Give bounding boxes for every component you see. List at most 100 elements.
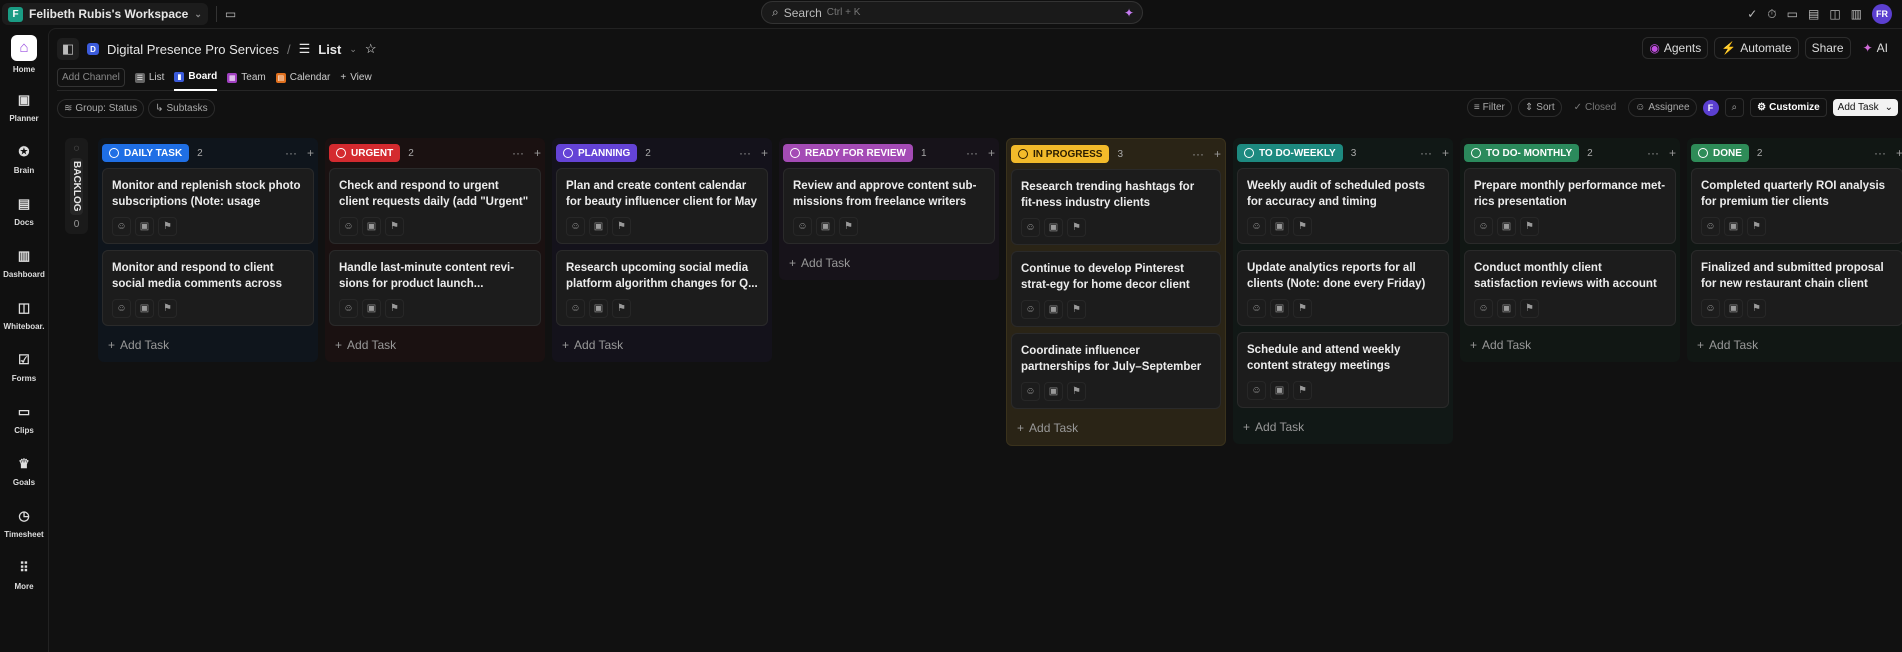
flag-icon[interactable]: ⚑ [839, 217, 858, 236]
calendar-icon[interactable]: ▣ [1270, 299, 1289, 318]
plus-icon[interactable]: + [307, 146, 314, 160]
task-title[interactable]: Schedule and attend weekly content strat… [1247, 342, 1439, 374]
status-badge[interactable]: READY FOR REVIEW [783, 144, 913, 162]
calendar-icon[interactable]: ▣ [816, 217, 835, 236]
sidebar-item-goals[interactable]: ♛ Goals [0, 444, 48, 496]
flag-icon[interactable]: ⚑ [1747, 299, 1766, 318]
task-card[interactable]: Research trending hashtags for fit-ness … [1011, 169, 1221, 245]
task-card[interactable]: Conduct monthly client satisfaction revi… [1464, 250, 1676, 326]
add-view-button[interactable]: + View [340, 65, 371, 91]
agents-button[interactable]: ◉ Agents [1642, 37, 1709, 59]
sidebar-item-clips[interactable]: ▭ Clips [0, 392, 48, 444]
add-task-button[interactable]: + Add Task [1691, 332, 1902, 354]
flag-icon[interactable]: ⚑ [1067, 382, 1086, 401]
plus-icon[interactable]: + [988, 146, 995, 160]
calendar-icon[interactable]: ▣ [589, 217, 608, 236]
task-title[interactable]: Coordinate influencer partnerships for J… [1021, 343, 1211, 375]
plus-icon[interactable]: + [761, 146, 768, 160]
star-icon[interactable]: ☆ [365, 41, 377, 57]
chevron-down-icon[interactable]: ⌄ [349, 44, 357, 55]
task-title[interactable]: Completed quarterly ROI analysis for pre… [1701, 178, 1893, 210]
sidebar-item-docs[interactable]: ▤ Docs [0, 184, 48, 236]
automate-button[interactable]: ⚡ Automate [1714, 37, 1799, 59]
calendar-icon[interactable]: ▣ [1724, 299, 1743, 318]
task-title[interactable]: Check and respond to urgent client reque… [339, 178, 531, 210]
sidebar-item-dashboard[interactable]: ▥ Dashboard [0, 236, 48, 288]
task-card[interactable]: Finalized and submitted proposal for new… [1691, 250, 1902, 326]
sidebar-toggle-icon[interactable]: ◧ [57, 38, 79, 60]
calendar-icon[interactable]: ▣ [1724, 217, 1743, 236]
assignee-icon[interactable]: ☺ [1701, 299, 1720, 318]
assignee-icon[interactable]: ☺ [1247, 381, 1266, 400]
task-title[interactable]: Prepare monthly performance met-rics pre… [1474, 178, 1666, 210]
backlog-column-collapsed[interactable]: ◌ BACKLOG 0 [65, 138, 88, 234]
flag-icon[interactable]: ⚑ [1520, 299, 1539, 318]
ai-sparkle-icon[interactable]: ✦ [1124, 6, 1134, 20]
task-card[interactable]: Plan and create content calendar for bea… [556, 168, 768, 244]
task-card[interactable]: Check and respond to urgent client reque… [329, 168, 541, 244]
sort-button[interactable]: ⇕ Sort [1517, 98, 1562, 117]
flag-icon[interactable]: ⚑ [1520, 217, 1539, 236]
more-icon[interactable]: ··· [512, 146, 524, 160]
assignee-icon[interactable]: ☺ [1701, 217, 1720, 236]
sidebar-item-forms[interactable]: ☑ Forms [0, 340, 48, 392]
task-title[interactable]: Handle last-minute content revi-sions fo… [339, 260, 531, 292]
task-card[interactable]: Update analytics reports for all clients… [1237, 250, 1449, 326]
calendar-icon[interactable]: ▣ [135, 299, 154, 318]
status-badge[interactable]: URGENT [329, 144, 401, 162]
task-card[interactable]: Research upcoming social media platform … [556, 250, 768, 326]
sidebar-item-brain[interactable]: ✪ Brain [0, 132, 48, 184]
task-card[interactable]: Handle last-minute content revi-sions fo… [329, 250, 541, 326]
document-icon[interactable]: ▤ [1808, 7, 1819, 21]
flag-icon[interactable]: ⚑ [612, 217, 631, 236]
task-card[interactable]: Monitor and respond to client social med… [102, 250, 314, 326]
more-icon[interactable]: ··· [1420, 146, 1432, 160]
sidebar-item-more[interactable]: ⠿ More [0, 548, 48, 600]
add-task-button[interactable]: Add Task ⌄ [1832, 99, 1898, 116]
sidebar-item-whiteboar[interactable]: ◫ Whiteboar. [0, 288, 48, 340]
flag-icon[interactable]: ⚑ [158, 299, 177, 318]
task-title[interactable]: Research upcoming social media platform … [566, 260, 758, 292]
sidebar-item-home[interactable]: ⌂ Home [0, 28, 48, 80]
calendar-icon[interactable]: ▣ [1270, 217, 1289, 236]
flag-icon[interactable]: ⚑ [1067, 300, 1086, 319]
more-icon[interactable]: ··· [1874, 146, 1886, 160]
flag-icon[interactable]: ⚑ [1293, 217, 1312, 236]
calendar-icon[interactable]: ▣ [1044, 218, 1063, 237]
flag-icon[interactable]: ⚑ [612, 299, 631, 318]
tab-calendar[interactable]: ▤ Calendar [275, 65, 330, 91]
task-card[interactable]: Review and approve content sub-missions … [783, 168, 995, 244]
task-title[interactable]: Conduct monthly client satisfaction revi… [1474, 260, 1666, 292]
calendar-icon[interactable]: ▣ [1044, 300, 1063, 319]
add-task-button[interactable]: + Add Task [556, 332, 768, 354]
assignee-icon[interactable]: ☺ [1021, 300, 1040, 319]
status-badge[interactable]: TO DO- MONTHLY [1464, 144, 1580, 162]
more-icon[interactable]: ··· [285, 146, 297, 160]
task-title[interactable]: Finalized and submitted proposal for new… [1701, 260, 1893, 292]
assignee-icon[interactable]: ☺ [793, 217, 812, 236]
subtasks-button[interactable]: ↳ Subtasks [148, 98, 215, 118]
add-channel-button[interactable]: Add Channel [57, 68, 125, 87]
breadcrumb-list[interactable]: List [318, 42, 341, 57]
task-card[interactable]: Prepare monthly performance met-rics pre… [1464, 168, 1676, 244]
calendar-icon[interactable]: ▣ [1044, 382, 1063, 401]
calendar-icon[interactable]: ▭ [225, 7, 236, 21]
assignee-button[interactable]: ☺ Assignee [1628, 98, 1697, 117]
assignee-icon[interactable]: ☺ [339, 299, 358, 318]
assignee-icon[interactable]: ☺ [1474, 299, 1493, 318]
task-title[interactable]: Update analytics reports for all clients… [1247, 260, 1439, 292]
flag-icon[interactable]: ⚑ [1067, 218, 1086, 237]
task-title[interactable]: Monitor and replenish stock photo subscr… [112, 178, 304, 210]
calendar-icon[interactable]: ▣ [1497, 299, 1516, 318]
task-check-icon[interactable]: ✓ [1747, 7, 1757, 21]
status-badge[interactable]: TO DO-WEEKLY [1237, 144, 1343, 162]
more-icon[interactable]: ··· [966, 146, 978, 160]
assignee-icon[interactable]: ☺ [112, 299, 131, 318]
add-task-button[interactable]: + Add Task [783, 250, 995, 272]
sidebar-item-timesheet[interactable]: ◷ Timesheet [0, 496, 48, 548]
flag-icon[interactable]: ⚑ [1293, 299, 1312, 318]
assignee-avatar[interactable]: F [1702, 99, 1719, 116]
video-icon[interactable]: ▭ [1787, 7, 1798, 21]
tab-list[interactable]: ☰ List [134, 65, 164, 91]
task-card[interactable]: Weekly audit of scheduled posts for accu… [1237, 168, 1449, 244]
